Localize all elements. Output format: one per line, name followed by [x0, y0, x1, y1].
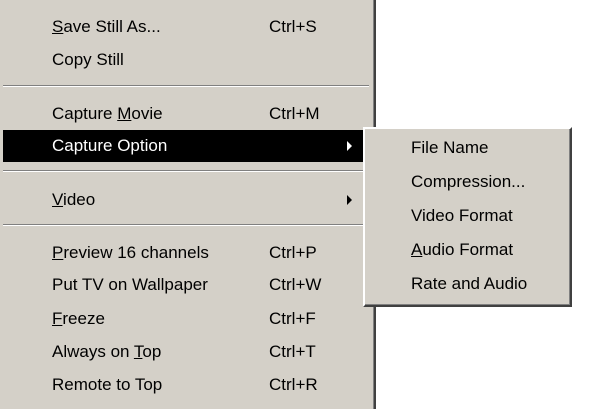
menu-item-remote-to-top[interactable]: Remote to Top Ctrl+R	[3, 369, 370, 401]
shortcut-label: Ctrl+P	[269, 243, 317, 262]
menu-item-freeze[interactable]: Freeze Ctrl+F	[3, 303, 370, 335]
submenu-item-audio-format[interactable]: Audio Format	[365, 233, 570, 266]
menu-separator	[3, 224, 369, 226]
submenu-arrow-icon	[347, 141, 352, 151]
submenu-item-compression[interactable]: Compression...	[365, 165, 570, 198]
menu-item-preview-16-channels[interactable]: Preview 16 channels Ctrl+P	[3, 237, 370, 269]
menu-item-label: Freeze	[52, 309, 105, 328]
capture-option-submenu: File Name Compression... Video Format Au…	[363, 127, 572, 307]
menu-item-label: Rate and Audio	[411, 274, 528, 293]
menu-item-label: Compression...	[411, 172, 526, 191]
menu-item-save-still-as[interactable]: Save Still As... Ctrl+S	[3, 11, 370, 43]
submenu-item-file-name[interactable]: File Name	[365, 131, 570, 164]
menu-separator	[3, 170, 369, 172]
submenu-item-video-format[interactable]: Video Format	[365, 199, 570, 232]
menu-item-label: Capture Option	[52, 136, 168, 155]
menu-item-label: Capture Movie	[52, 104, 163, 123]
shortcut-label: Ctrl+M	[269, 104, 320, 123]
menu-item-copy-still[interactable]: Copy Still	[3, 44, 370, 76]
menu-item-always-on-top[interactable]: Always on Top Ctrl+T	[3, 336, 370, 368]
menu-item-label: Save Still As...	[52, 17, 161, 36]
menu-item-label: Copy Still	[52, 50, 124, 69]
shortcut-label: Ctrl+S	[269, 17, 317, 36]
menu-item-video[interactable]: Video	[3, 184, 370, 216]
menu-item-label: File Name	[411, 138, 489, 157]
menu-item-label: Video Format	[411, 206, 513, 225]
menu-item-label: Video	[52, 190, 96, 209]
menu-item-capture-movie[interactable]: Capture Movie Ctrl+M	[3, 98, 370, 130]
menu-item-label: Audio Format	[411, 240, 514, 259]
context-menu: Save Still As... Ctrl+S Copy Still Captu…	[0, 0, 376, 409]
submenu-arrow-icon	[347, 195, 352, 205]
menu-item-label: Remote to Top	[52, 375, 163, 394]
menu-item-label: Preview 16 channels	[52, 243, 209, 262]
shortcut-label: Ctrl+R	[269, 375, 318, 394]
submenu-item-rate-and-audio[interactable]: Rate and Audio	[365, 267, 570, 300]
shortcut-label: Ctrl+T	[269, 342, 316, 361]
menu-item-capture-option[interactable]: Capture Option	[3, 130, 370, 162]
shortcut-label: Ctrl+F	[269, 309, 316, 328]
shortcut-label: Ctrl+W	[269, 275, 322, 294]
menu-item-label: Put TV on Wallpaper	[52, 275, 208, 294]
menu-separator	[3, 85, 369, 87]
menu-item-label: Always on Top	[52, 342, 162, 361]
menu-item-put-tv-on-wallpaper[interactable]: Put TV on Wallpaper Ctrl+W	[3, 269, 370, 301]
